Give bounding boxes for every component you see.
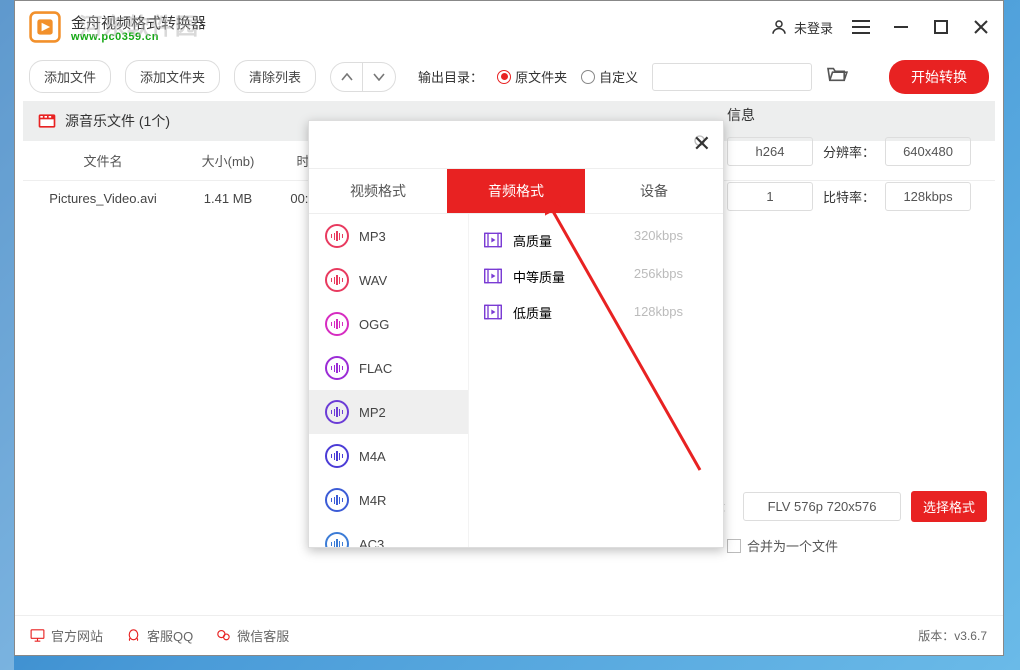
monitor-icon bbox=[29, 627, 46, 644]
format-item-m4r[interactable]: M4R bbox=[309, 478, 468, 522]
version-label: 版本：v3.6.7 bbox=[918, 627, 989, 644]
audio-wave-icon bbox=[325, 224, 349, 248]
video-icon bbox=[483, 230, 503, 250]
add-file-button[interactable]: 添加文件 bbox=[29, 60, 111, 93]
radio-custom-folder[interactable]: 自定义 bbox=[581, 67, 638, 86]
source-title: 源音乐文件 (1个) bbox=[65, 111, 170, 131]
maximize-button[interactable] bbox=[931, 17, 951, 37]
wechat-icon bbox=[215, 627, 232, 644]
bitrate-label: 比特率： bbox=[823, 187, 875, 206]
clear-list-button[interactable]: 清除列表 bbox=[234, 60, 316, 93]
dropdown-tabs: 视频格式 音频格式 设备 bbox=[309, 169, 723, 214]
audio-wave-icon bbox=[325, 488, 349, 512]
channels-value: 1 bbox=[727, 182, 813, 211]
tab-video-format[interactable]: 视频格式 bbox=[309, 169, 447, 213]
col-filename: 文件名 bbox=[23, 141, 183, 180]
info-panel: 信息 h264 分辨率： 640x480 1 比特率： 128kbps 式： F… bbox=[727, 105, 989, 555]
merge-checkbox[interactable] bbox=[727, 539, 741, 553]
format-item-m4a[interactable]: M4A bbox=[309, 434, 468, 478]
merge-label: 合并为一个文件 bbox=[747, 536, 838, 555]
resolution-value: 640x480 bbox=[885, 137, 971, 166]
format-list[interactable]: MP3WAVOGGFLACMP2M4AM4RAC3AMR bbox=[309, 214, 469, 547]
cell-filename: Pictures_Video.avi bbox=[23, 181, 183, 216]
choose-format-button[interactable]: 选择格式 bbox=[911, 491, 987, 522]
audio-wave-icon bbox=[325, 356, 349, 380]
format-dropdown: ✕ 视频格式 音频格式 设备 MP3WAVOGGFLACMP2M4AM4RAC3… bbox=[308, 120, 724, 548]
video-icon bbox=[483, 266, 503, 286]
col-size: 大小(mb) bbox=[183, 141, 273, 180]
quality-rate: 128kbps bbox=[634, 304, 683, 319]
add-folder-button[interactable]: 添加文件夹 bbox=[125, 60, 220, 93]
tab-device[interactable]: 设备 bbox=[585, 169, 723, 213]
output-dir-label: 输出目录： bbox=[418, 67, 483, 86]
codec-value: h264 bbox=[727, 137, 813, 166]
custom-path-input[interactable] bbox=[652, 63, 812, 91]
cell-size: 1.41 MB bbox=[183, 181, 273, 216]
dropdown-close-icon[interactable]: ✕ bbox=[693, 131, 711, 157]
format-item-wav[interactable]: WAV bbox=[309, 258, 468, 302]
format-value: FLV 576p 720x576 bbox=[743, 492, 901, 521]
close-button[interactable] bbox=[971, 17, 991, 37]
format-item-ogg[interactable]: OGG bbox=[309, 302, 468, 346]
dropdown-search bbox=[309, 121, 723, 169]
app-title: 金舟视频格式转换器 bbox=[71, 12, 206, 33]
audio-wave-icon bbox=[325, 400, 349, 424]
quality-rate: 320kbps bbox=[634, 228, 683, 243]
info-title: 信息 bbox=[727, 105, 989, 137]
format-item-flac[interactable]: FLAC bbox=[309, 346, 468, 390]
app-logo bbox=[27, 9, 63, 45]
user-login[interactable]: 未登录 bbox=[770, 18, 833, 37]
qq-support-link[interactable]: 客服QQ bbox=[125, 626, 193, 645]
resolution-label: 分辨率： bbox=[823, 142, 875, 161]
radio-source-folder[interactable]: 原文件夹 bbox=[497, 67, 567, 86]
quality-rate: 256kbps bbox=[634, 266, 683, 281]
tab-audio-format[interactable]: 音频格式 bbox=[447, 169, 585, 213]
nav-up[interactable] bbox=[331, 63, 363, 91]
browse-folder-icon[interactable] bbox=[826, 65, 848, 88]
film-icon bbox=[37, 111, 57, 131]
audio-wave-icon bbox=[325, 444, 349, 468]
format-item-mp2[interactable]: MP2 bbox=[309, 390, 468, 434]
wechat-support-link[interactable]: 微信客服 bbox=[215, 626, 289, 645]
dropdown-search-input[interactable] bbox=[323, 137, 693, 152]
merge-checkbox-row[interactable]: 合并为一个文件 bbox=[727, 536, 989, 555]
video-icon bbox=[483, 302, 503, 322]
official-site-link[interactable]: 官方网站 bbox=[29, 626, 103, 645]
nav-arrows bbox=[330, 62, 396, 92]
toolbar: 添加文件 添加文件夹 清除列表 输出目录： 原文件夹 自定义 开始转换 bbox=[15, 53, 1003, 101]
format-item-ac3[interactable]: AC3 bbox=[309, 522, 468, 547]
start-convert-button[interactable]: 开始转换 bbox=[889, 60, 989, 94]
qq-icon bbox=[125, 627, 142, 644]
audio-wave-icon bbox=[325, 532, 349, 547]
title-bar: 金舟视频格式转换器 www.pc0359.cn 未登录 bbox=[15, 1, 1003, 53]
audio-wave-icon bbox=[325, 268, 349, 292]
bitrate-value: 128kbps bbox=[885, 182, 971, 211]
quality-list: 高质量320kbps中等质量256kbps低质量128kbps bbox=[469, 214, 723, 547]
audio-wave-icon bbox=[325, 312, 349, 336]
footer: 官方网站 客服QQ 微信客服 版本：v3.6.7 bbox=[15, 615, 1003, 655]
menu-button[interactable] bbox=[851, 17, 871, 37]
minimize-button[interactable] bbox=[891, 17, 911, 37]
nav-down[interactable] bbox=[363, 63, 395, 91]
user-status: 未登录 bbox=[794, 18, 833, 37]
format-item-mp3[interactable]: MP3 bbox=[309, 214, 468, 258]
